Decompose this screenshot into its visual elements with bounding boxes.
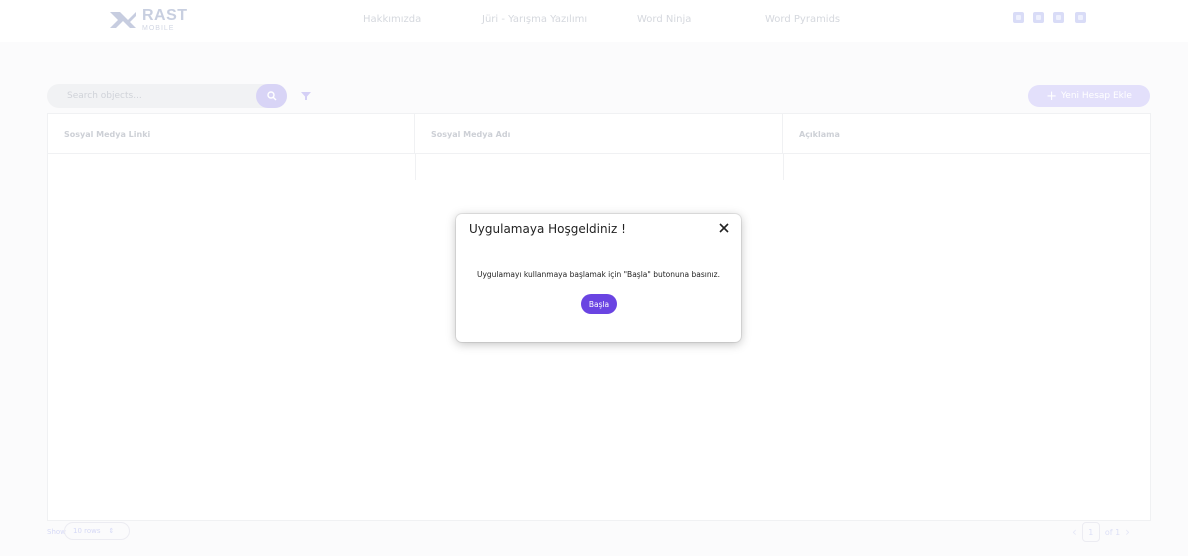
- column-header-link[interactable]: Sosyal Medya Linki: [48, 114, 415, 154]
- add-account-label: Yeni Hesap Ekle: [1060, 91, 1132, 101]
- nav-link-jury-software[interactable]: Jüri - Yarışma Yazılımı: [482, 14, 587, 25]
- prev-page-icon[interactable]: ‹: [1072, 525, 1077, 539]
- pagination: ‹ 1 of 1 ›: [1072, 522, 1130, 542]
- brand-logo[interactable]: RAST MOBILE: [108, 6, 198, 34]
- brand-name: RAST: [142, 7, 188, 24]
- nav-link-word-pyramids[interactable]: Word Pyramids: [765, 14, 840, 25]
- add-account-button[interactable]: + Yeni Hesap Ekle: [1028, 85, 1150, 107]
- rows-per-page-value: 10 rows: [73, 527, 101, 535]
- instagram-icon[interactable]: [1033, 12, 1044, 23]
- modal-title: Uygulamaya Hoşgeldiniz !: [469, 222, 626, 236]
- search-input[interactable]: [47, 84, 257, 108]
- brand-subtitle: MOBILE: [142, 25, 175, 32]
- total-pages-label: of 1: [1104, 527, 1121, 537]
- linkedin-icon[interactable]: [1075, 12, 1086, 23]
- search-icon: [266, 91, 276, 101]
- column-header-name[interactable]: Sosyal Medya Adı: [415, 114, 783, 154]
- select-arrows-icon: ⇕: [108, 527, 115, 535]
- table-header: Sosyal Medya Linki Sosyal Medya Adı Açık…: [48, 114, 1150, 154]
- close-icon[interactable]: [716, 220, 732, 236]
- nav-link-about[interactable]: Hakkımızda: [363, 14, 421, 25]
- modal-message: Uygulamayı kullanmaya başlamak için "Baş…: [476, 270, 721, 279]
- next-page-icon[interactable]: ›: [1125, 525, 1130, 539]
- plus-icon: +: [1046, 88, 1057, 104]
- search-bar: [47, 84, 287, 108]
- logo-mark-icon: [110, 12, 136, 28]
- top-navbar: RAST MOBILE Hakkımızda Jüri - Yarışma Ya…: [0, 0, 1188, 42]
- current-page-box[interactable]: 1: [1081, 522, 1100, 542]
- welcome-modal: Uygulamaya Hoşgeldiniz ! Uygulamayı kull…: [456, 214, 741, 342]
- nav-link-word-ninja[interactable]: Word Ninja: [637, 14, 691, 25]
- youtube-icon[interactable]: [1013, 12, 1024, 23]
- filter-icon[interactable]: [300, 90, 312, 102]
- column-divider: [783, 154, 784, 180]
- column-header-description[interactable]: Açıklama: [783, 114, 1150, 154]
- search-button[interactable]: [256, 84, 287, 108]
- behance-icon[interactable]: [1053, 12, 1064, 23]
- start-button[interactable]: Başla: [581, 294, 617, 314]
- column-divider: [415, 154, 416, 180]
- rows-per-page-select[interactable]: 10 rows ⇕: [64, 522, 130, 540]
